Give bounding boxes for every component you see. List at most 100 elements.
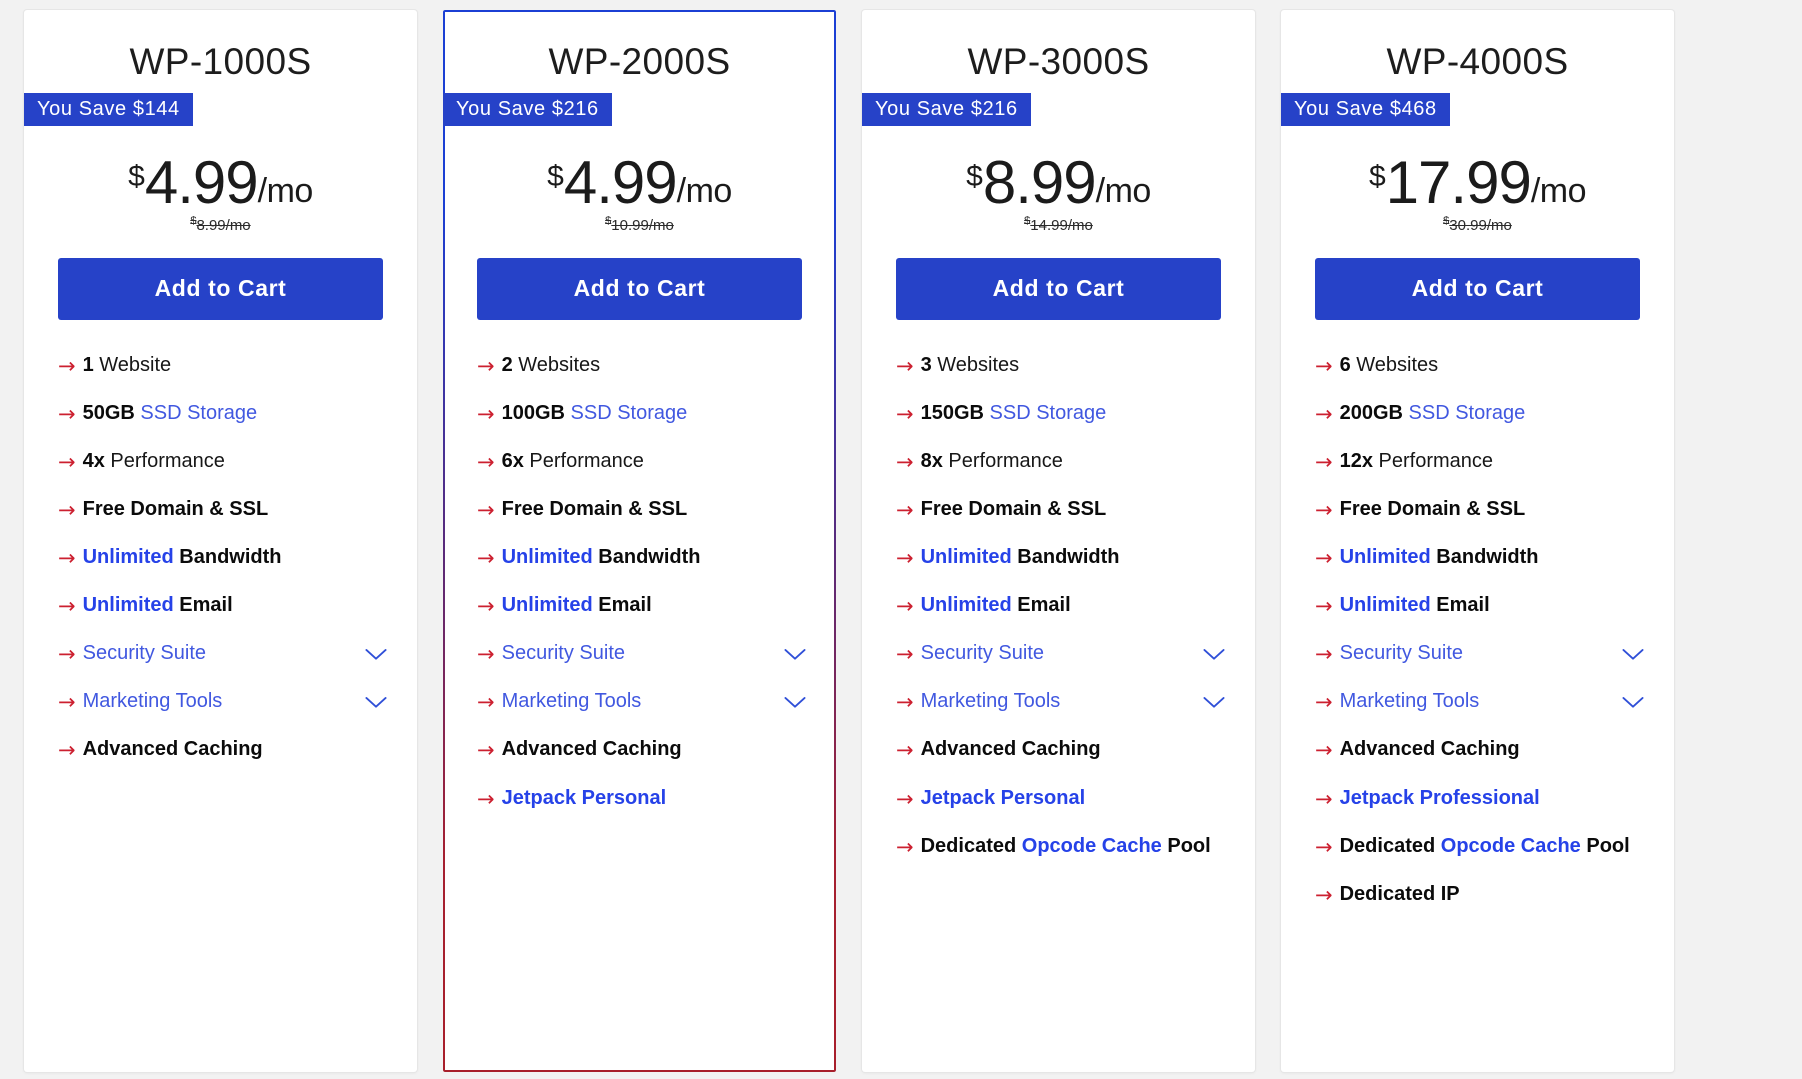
chevron-down-icon[interactable]	[1622, 696, 1644, 710]
feature-text-part: Email	[1430, 594, 1490, 617]
chevron-down-icon[interactable]	[1622, 648, 1644, 662]
feature-item[interactable]: → Security Suite	[896, 642, 1225, 666]
arrow-right-icon: →	[58, 594, 76, 619]
arrow-right-icon: →	[477, 497, 495, 522]
arrow-right-icon: →	[58, 497, 76, 522]
arrow-right-icon: →	[896, 353, 914, 378]
feature-text-part: Performance	[523, 449, 644, 472]
price-currency: $	[547, 159, 564, 193]
feature-text-part: Unlimited	[1339, 546, 1431, 569]
feature-item: → Unlimited Bandwidth	[58, 546, 387, 570]
feature-label: Unlimited Email	[502, 594, 806, 618]
add-to-cart-button[interactable]: Add to Cart	[896, 257, 1221, 320]
feature-text-part: 2	[501, 353, 513, 376]
feature-text-part: 4x	[82, 449, 105, 472]
feature-text-part: Pool	[1161, 834, 1211, 857]
arrow-right-icon: →	[58, 449, 76, 474]
feature-text-part: Unlimited	[501, 594, 593, 617]
original-price: $10.99/mo	[443, 215, 836, 234]
feature-item[interactable]: → Security Suite	[1315, 642, 1644, 666]
add-to-cart-button[interactable]: Add to Cart	[477, 257, 802, 320]
feature-text-part: 50GB	[82, 401, 135, 424]
feature-list: → 2 Websites → 100GB SSD Storage → 6x Perform…	[443, 354, 836, 811]
feature-item[interactable]: → Marketing Tools	[58, 690, 387, 714]
feature-text-part: 1	[82, 353, 94, 376]
pricing-card-wp-3000s: WP-3000S You Save $216 $8.99/mo $14.99/mo Ad…	[862, 10, 1255, 1072]
feature-text-part: SSD Storage	[564, 401, 688, 424]
feature-item: → 3 Websites	[896, 354, 1225, 378]
feature-item: → Jetpack Professional	[1315, 787, 1644, 811]
feature-label: Security Suite	[1340, 642, 1616, 666]
feature-label: Unlimited Email	[83, 594, 387, 618]
price-block: $8.99/mo $14.99/mo	[862, 152, 1255, 234]
pricing-card-wp-2000s: WP-2000S You Save $216 $4.99/mo $10.99/mo Ad…	[443, 10, 836, 1072]
chevron-down-icon[interactable]	[1203, 696, 1225, 710]
feature-list: → 3 Websites → 150GB SSD Storage → 8x Perform…	[862, 354, 1255, 859]
price-currency: $	[966, 159, 983, 193]
feature-text-part: SSD Storage	[983, 401, 1107, 424]
feature-text-part: Website	[93, 353, 172, 376]
feature-label: Unlimited Email	[921, 594, 1225, 618]
feature-text-part: Security Suite	[920, 642, 1044, 665]
chevron-down-icon[interactable]	[365, 648, 387, 662]
feature-label: 2 Websites	[502, 354, 806, 378]
arrow-right-icon: →	[58, 738, 76, 763]
feature-label: 6x Performance	[502, 450, 806, 474]
feature-item[interactable]: → Marketing Tools	[1315, 690, 1644, 714]
feature-label: Marketing Tools	[502, 690, 778, 714]
feature-text-part: Websites	[931, 353, 1020, 376]
feature-item: → Unlimited Email	[477, 594, 806, 618]
add-to-cart-button[interactable]: Add to Cart	[1315, 257, 1640, 320]
feature-label: 3 Websites	[921, 354, 1225, 378]
arrow-right-icon: →	[477, 786, 495, 811]
current-price: $4.99/mo	[128, 152, 313, 212]
feature-label: Unlimited Bandwidth	[83, 546, 387, 570]
feature-text-part: Unlimited	[920, 594, 1012, 617]
feature-label: 200GB SSD Storage	[1340, 402, 1644, 426]
feature-text-part: Free Domain & SSL	[920, 497, 1107, 520]
pricing-card-list: WP-1000S You Save $144 $4.99/mo $8.99/mo Add…	[0, 0, 1802, 1079]
save-badge-wrap: You Save $216	[443, 92, 836, 126]
feature-item: → 2 Websites	[477, 354, 806, 378]
feature-label: Dedicated IP	[1340, 883, 1644, 907]
arrow-right-icon: →	[1315, 353, 1333, 378]
feature-label: Security Suite	[921, 642, 1197, 666]
feature-item[interactable]: → Marketing Tools	[896, 690, 1225, 714]
original-price-value: 10.99/mo	[611, 216, 674, 234]
feature-text-part: Unlimited	[920, 546, 1012, 569]
chevron-down-icon[interactable]	[365, 696, 387, 710]
feature-item[interactable]: → Marketing Tools	[477, 690, 806, 714]
chevron-down-icon[interactable]	[784, 648, 806, 662]
save-badge-wrap: You Save $216	[862, 92, 1255, 126]
arrow-right-icon: →	[1315, 401, 1333, 426]
arrow-right-icon: →	[1315, 594, 1333, 619]
feature-label: Advanced Caching	[921, 738, 1225, 762]
feature-item: → Unlimited Bandwidth	[896, 546, 1225, 570]
feature-label: 150GB SSD Storage	[921, 402, 1225, 426]
original-price: $30.99/mo	[1281, 215, 1674, 234]
pricing-card-body: WP-2000S You Save $216 $4.99/mo $10.99/mo Ad…	[443, 10, 836, 855]
feature-item: → Dedicated Opcode Cache Pool	[1315, 835, 1644, 859]
chevron-down-icon[interactable]	[1203, 648, 1225, 662]
feature-text-part: Pool	[1580, 834, 1630, 857]
feature-item[interactable]: → Security Suite	[477, 642, 806, 666]
feature-text-part: Unlimited	[501, 546, 593, 569]
feature-label: Advanced Caching	[502, 738, 806, 762]
arrow-right-icon: →	[896, 738, 914, 763]
feature-label: Marketing Tools	[83, 690, 359, 714]
feature-label: Free Domain & SSL	[502, 498, 806, 522]
price-period: /mo	[1530, 171, 1587, 210]
feature-text-part: Security Suite	[1339, 642, 1463, 665]
pricing-card-body: WP-3000S You Save $216 $8.99/mo $14.99/mo Ad…	[862, 10, 1255, 903]
pricing-card-wp-1000s: WP-1000S You Save $144 $4.99/mo $8.99/mo Add…	[24, 10, 417, 1072]
arrow-right-icon: →	[896, 690, 914, 715]
price-amount: 4.99	[563, 148, 678, 216]
feature-text-part: 150GB	[920, 401, 984, 424]
chevron-down-icon[interactable]	[784, 696, 806, 710]
pricing-card-body: WP-1000S You Save $144 $4.99/mo $8.99/mo Add…	[24, 10, 417, 807]
add-to-cart-button[interactable]: Add to Cart	[58, 257, 383, 320]
feature-item: → Jetpack Personal	[896, 787, 1225, 811]
feature-item: → 50GB SSD Storage	[58, 402, 387, 426]
feature-item[interactable]: → Security Suite	[58, 642, 387, 666]
arrow-right-icon: →	[58, 546, 76, 571]
